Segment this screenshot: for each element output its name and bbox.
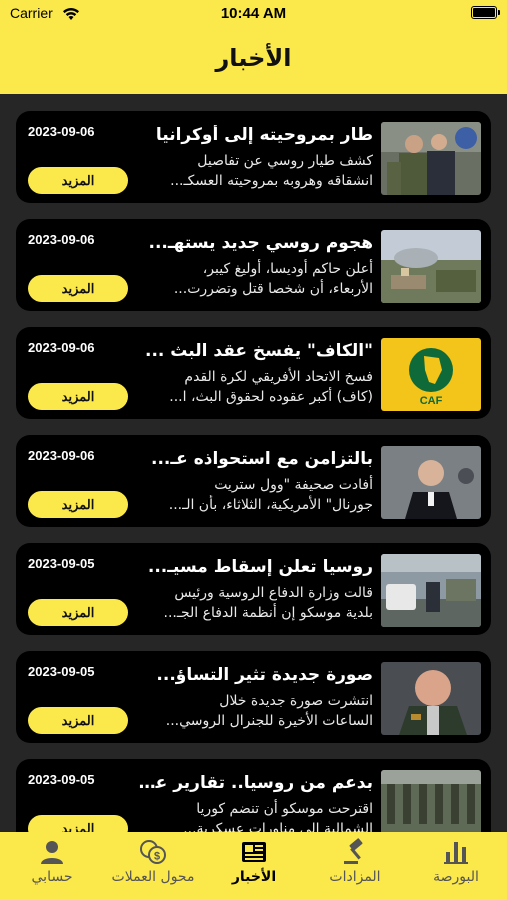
person-icon bbox=[41, 841, 63, 864]
bar-chart-icon bbox=[444, 842, 468, 864]
news-date: 2023-09-06 bbox=[28, 232, 95, 247]
tab-bar: حسابي $ محول العملات الأخبار المزادات ال… bbox=[0, 832, 507, 900]
summary-line: اقترحت موسكو أن تنضم كوريا bbox=[196, 801, 373, 817]
news-card[interactable]: صورة جديدة تثير التساؤ... انتشرت صورة جد… bbox=[16, 651, 491, 743]
news-summary: كشف طيار روسي عن تفاصيل انشقاقه وهروبه ب… bbox=[135, 151, 373, 191]
caf-logo-text: CAF bbox=[420, 395, 443, 407]
tab-account[interactable]: حسابي bbox=[2, 838, 102, 896]
news-list[interactable]: طار بمروحيته إلى أوكرانيا كشف طيار روسي … bbox=[0, 94, 507, 832]
news-date: 2023-09-05 bbox=[28, 556, 95, 571]
news-card[interactable]: طار بمروحيته إلى أوكرانيا كشف طيار روسي … bbox=[16, 111, 491, 203]
news-headline: "الكاف" يفسخ عقد البث ... bbox=[145, 341, 373, 361]
news-summary: قالت وزارة الدفاع الروسية ورئيس بلدية مو… bbox=[135, 583, 373, 623]
news-date: 2023-09-06 bbox=[28, 448, 95, 463]
svg-text:$: $ bbox=[154, 851, 160, 863]
news-thumbnail bbox=[381, 122, 481, 195]
tab-label: المزادات bbox=[329, 869, 381, 885]
summary-line: الساعات الأخيرة للجنرال الروسي... bbox=[165, 713, 373, 729]
status-bar: Carrier 10:44 AM bbox=[0, 0, 507, 30]
news-headline: صورة جديدة تثير التساؤ... bbox=[156, 665, 373, 685]
news-card[interactable]: روسيا تعلن إسقاط مسيـ... قالت وزارة الدف… bbox=[16, 543, 491, 635]
news-headline: هجوم روسي جديد يستهـ... bbox=[148, 233, 374, 253]
summary-line: بلدية موسكو إن أنظمة الدفاع الجـ... bbox=[163, 605, 373, 621]
summary-line: انشقاقه وهروبه بمروحيته العسكـ... bbox=[170, 173, 373, 189]
page-title: الأخبار bbox=[215, 44, 292, 72]
read-more-button[interactable]: المزيد bbox=[28, 491, 128, 518]
news-headline: بدعم من روسيا.. تقارير عـ... bbox=[135, 773, 373, 793]
summary-line: الأربعاء، أن شخصا قتل وتضررت... bbox=[173, 281, 373, 297]
summary-line: كشف طيار روسي عن تفاصيل bbox=[197, 153, 373, 169]
summary-line: أفادت صحيفة "وول ستريت bbox=[214, 477, 373, 493]
summary-line: فسخ الاتحاد الأفريقي لكرة القدم bbox=[184, 369, 373, 385]
news-summary: انتشرت صورة جديدة خلال الساعات الأخيرة ل… bbox=[135, 691, 373, 731]
news-headline: طار بمروحيته إلى أوكرانيا bbox=[155, 125, 373, 145]
read-more-button[interactable]: المزيد bbox=[28, 599, 128, 626]
read-more-button[interactable]: المزيد bbox=[28, 383, 128, 410]
summary-line: أعلن حاكم أوديسا، أوليغ كيبر، bbox=[202, 261, 373, 277]
news-date: 2023-09-06 bbox=[28, 124, 95, 139]
summary-line: جورنال" الأمريكية، الثلاثاء، بأن الـ... bbox=[168, 497, 373, 513]
news-thumbnail bbox=[381, 446, 481, 519]
read-more-button[interactable]: المزيد bbox=[28, 815, 128, 832]
news-summary: أفادت صحيفة "وول ستريت جورنال" الأمريكية… bbox=[135, 475, 373, 515]
newspaper-icon bbox=[242, 842, 266, 862]
news-date: 2023-09-06 bbox=[28, 340, 95, 355]
summary-line: (كاف) أكبر عقوده لحقوق البث، ا... bbox=[169, 389, 373, 405]
news-thumbnail bbox=[381, 770, 481, 832]
tab-label: البورصة bbox=[433, 869, 479, 885]
news-summary: فسخ الاتحاد الأفريقي لكرة القدم (كاف) أك… bbox=[135, 367, 373, 407]
tab-auctions[interactable]: المزادات bbox=[305, 838, 405, 896]
news-thumbnail bbox=[381, 554, 481, 627]
news-thumbnail bbox=[381, 662, 481, 735]
news-card[interactable]: CAF "الكاف" يفسخ عقد البث ... فسخ الاتحا… bbox=[16, 327, 491, 419]
news-date: 2023-09-05 bbox=[28, 664, 95, 679]
gavel-icon bbox=[344, 838, 363, 864]
summary-line: قالت وزارة الدفاع الروسية ورئيس bbox=[174, 585, 373, 601]
news-card[interactable]: هجوم روسي جديد يستهـ... أعلن حاكم أوديسا… bbox=[16, 219, 491, 311]
news-card[interactable]: بالتزامن مع استحواذه عـ... أفادت صحيفة "… bbox=[16, 435, 491, 527]
currency-exchange-icon: $ bbox=[140, 840, 166, 864]
tab-stock-exchange[interactable]: البورصة bbox=[406, 838, 506, 896]
news-summary: أعلن حاكم أوديسا، أوليغ كيبر، الأربعاء، … bbox=[135, 259, 373, 299]
nav-header: الأخبار bbox=[0, 30, 507, 94]
news-thumbnail bbox=[381, 230, 481, 303]
tab-label: حسابي bbox=[31, 869, 73, 885]
tab-currency-converter[interactable]: $ محول العملات bbox=[103, 838, 203, 896]
tab-label: الأخبار bbox=[231, 869, 277, 885]
battery-icon bbox=[471, 6, 500, 19]
news-thumbnail: CAF bbox=[381, 338, 481, 411]
read-more-button[interactable]: المزيد bbox=[28, 707, 128, 734]
clock: 10:44 AM bbox=[220, 5, 287, 22]
summary-line: انتشرت صورة جديدة خلال bbox=[219, 693, 373, 709]
tab-label: محول العملات bbox=[111, 869, 195, 885]
tab-news[interactable]: الأخبار bbox=[204, 838, 304, 896]
news-headline: بالتزامن مع استحواذه عـ... bbox=[151, 449, 373, 469]
news-headline: روسيا تعلن إسقاط مسيـ... bbox=[147, 557, 373, 577]
news-summary: اقترحت موسكو أن تنضم كوريا الشمالية إلى … bbox=[135, 799, 373, 832]
news-card[interactable]: بدعم من روسيا.. تقارير عـ... اقترحت موسك… bbox=[16, 759, 491, 832]
read-more-button[interactable]: المزيد bbox=[28, 167, 128, 194]
read-more-button[interactable]: المزيد bbox=[28, 275, 128, 302]
news-date: 2023-09-05 bbox=[28, 772, 95, 787]
summary-line: الشمالية إلى مناورات عسكرية... bbox=[183, 821, 373, 832]
